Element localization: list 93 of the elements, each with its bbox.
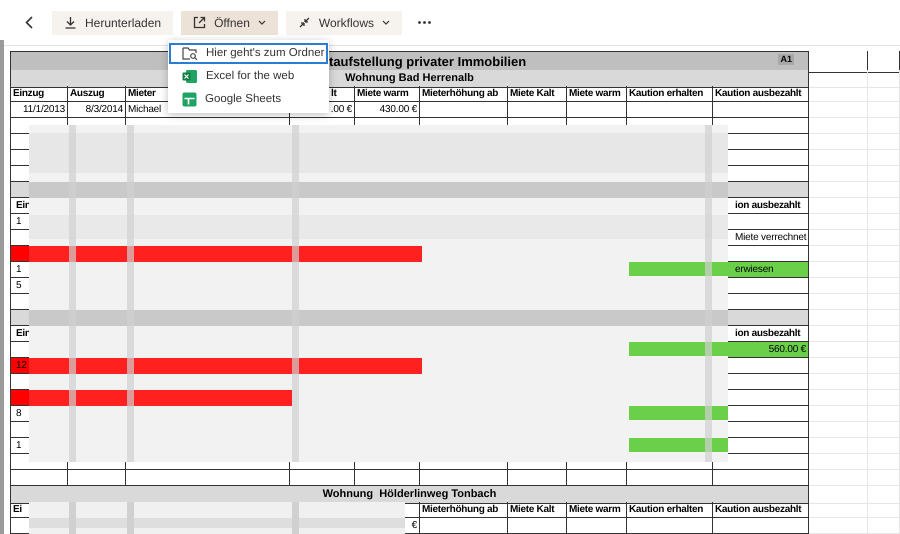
table-cell (868, 470, 900, 486)
table-cell (809, 102, 868, 118)
table-cell (868, 262, 900, 278)
download-icon (64, 16, 77, 29)
column-header: Miete Kalt (508, 86, 567, 102)
column-header: Miete warm (355, 86, 420, 102)
table-cell (809, 406, 868, 422)
table-cell (868, 51, 900, 72)
table-cell (809, 518, 868, 534)
toolbar-button[interactable]: Workflows (286, 10, 402, 34)
table-cell (868, 246, 900, 262)
table-cell (868, 438, 900, 454)
table-cell (868, 70, 900, 88)
table-cell (868, 102, 900, 118)
toolbar-button[interactable]: Öffnen (181, 10, 278, 34)
table-cell (868, 86, 900, 102)
table-cell (809, 374, 868, 390)
toolbar-button[interactable]: Herunterladen (52, 10, 174, 34)
table-cell (809, 390, 868, 406)
column-header: Miete warm (567, 502, 627, 518)
column-header: Auszug (68, 86, 126, 102)
grid-sheet-icon (182, 92, 197, 107)
table-cell (868, 294, 900, 310)
table-cell (809, 294, 868, 310)
table-cell (868, 118, 900, 134)
table-cell (809, 118, 868, 134)
table-cell (868, 198, 900, 214)
column-header: Mieterhöhung ab (420, 502, 508, 518)
table-cell (809, 246, 868, 262)
table-cell (809, 278, 868, 294)
table-cell (809, 214, 868, 230)
table-cell (809, 198, 868, 214)
more-icon (418, 21, 430, 24)
table-cell (868, 422, 900, 438)
table-cell (868, 166, 900, 182)
table-cell (868, 214, 900, 230)
table-cell (809, 230, 868, 246)
table-cell (809, 86, 868, 102)
table-cell (809, 358, 868, 374)
table-cell (868, 390, 900, 406)
table-cell (809, 486, 868, 504)
table-cell (868, 134, 900, 150)
table-cell (868, 182, 900, 198)
table-cell (868, 374, 900, 390)
table-cell (868, 358, 900, 374)
cell-reference: A1 (778, 54, 794, 66)
table-cell (868, 454, 900, 470)
table-cell (809, 51, 868, 72)
menu-item[interactable]: Hier geht's zum Ordner (169, 43, 328, 64)
table-cell (809, 326, 868, 342)
column-header: Mieterhöhung ab (420, 86, 508, 102)
table-cell: 8/3/2014 (68, 102, 126, 118)
external-link-icon (193, 16, 206, 29)
table-cell (809, 470, 868, 486)
column-header: Kaution erhalten (627, 502, 713, 518)
table-cell (868, 502, 900, 518)
table-cell (868, 486, 900, 504)
table-cell (809, 438, 868, 454)
column-header: Kaution ausbezahlt (713, 86, 809, 102)
column-header: Einzug (10, 86, 68, 102)
table-cell (868, 406, 900, 422)
arrows-icon (298, 16, 311, 29)
table-cell: 11/1/2013 (10, 102, 68, 118)
table-cell (868, 150, 900, 166)
table-cell (809, 310, 868, 326)
table-cell (809, 454, 868, 470)
column-header: Kaution ausbezahlt (713, 502, 809, 518)
table-cell (809, 150, 868, 166)
table-cell (809, 166, 868, 182)
back-icon (25, 16, 33, 29)
table-cell (868, 278, 900, 294)
table-cell (809, 70, 868, 88)
table-cell (868, 518, 900, 534)
sheet-title: taufstellung privater Immobilien (329, 53, 526, 71)
table-cell (508, 518, 567, 534)
column-header: Miete warm (567, 86, 627, 102)
folder-search-icon (182, 47, 198, 60)
table-cell (868, 326, 900, 342)
table-cell (809, 262, 868, 278)
table-cell (868, 342, 900, 358)
table-cell (868, 230, 900, 246)
section-heading: Wohnung Hölderlinweg Tonbach (10, 486, 809, 504)
table-cell (809, 182, 868, 198)
table-cell (868, 310, 900, 326)
table-cell (809, 134, 868, 150)
column-header: Kaution erhalten (627, 86, 713, 102)
table-cell (809, 502, 868, 518)
spreadsheet-x-icon (182, 69, 198, 84)
table-cell (809, 342, 868, 358)
column-header: Miete Kalt (508, 502, 567, 518)
table-cell (809, 422, 868, 438)
table-cell (567, 518, 627, 534)
table-cell: 430.00 € (355, 102, 420, 118)
